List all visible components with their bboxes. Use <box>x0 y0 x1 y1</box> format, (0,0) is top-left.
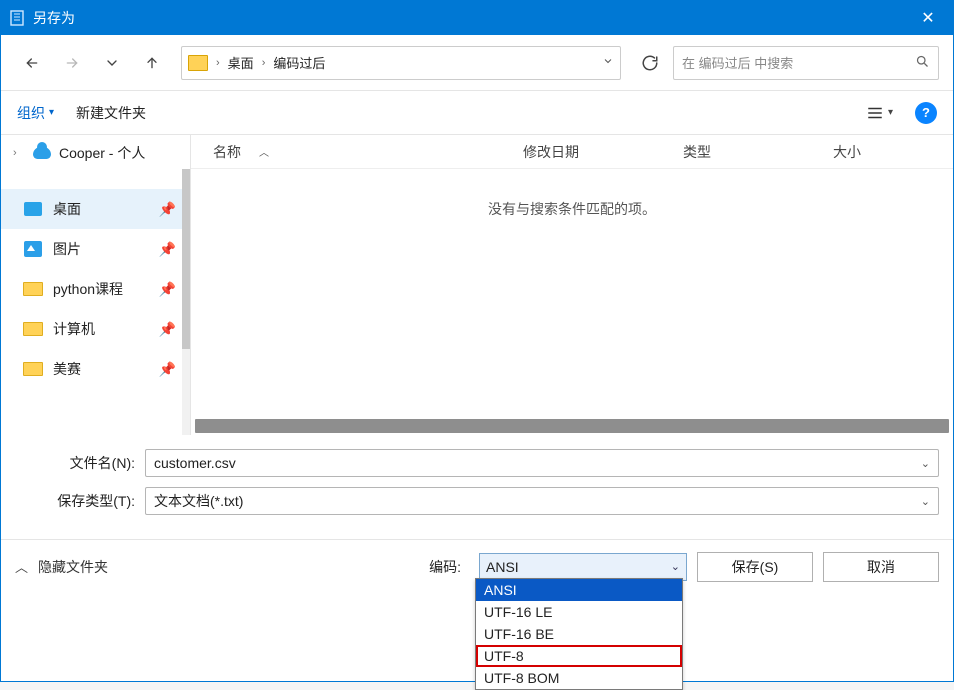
encoding-option[interactable]: UTF-16 LE <box>476 601 682 623</box>
cancel-button[interactable]: 取消 <box>823 552 939 582</box>
tree-item-onedrive[interactable]: › Cooper - 个人 <box>1 139 190 167</box>
empty-message: 没有与搜索条件匹配的项。 <box>191 169 953 417</box>
encoding-option-utf8[interactable]: UTF-8 <box>476 645 682 667</box>
folder-icon <box>23 362 43 376</box>
chevron-right-icon: › <box>262 57 266 69</box>
chevron-down-icon: ▾ <box>888 107 893 118</box>
sidebar-item-label: 美赛 <box>53 359 149 379</box>
new-folder-button[interactable]: 新建文件夹 <box>76 103 146 123</box>
folder-icon <box>23 282 43 296</box>
pin-icon: 📌 <box>159 321 176 338</box>
scrollbar-thumb[interactable] <box>195 419 949 433</box>
scrollbar-thumb[interactable] <box>182 169 190 349</box>
recent-locations-button[interactable] <box>95 46 129 80</box>
chevron-down-icon[interactable]: ⌄ <box>921 457 930 470</box>
refresh-button[interactable] <box>633 46 667 80</box>
up-button[interactable] <box>135 46 169 80</box>
tree-item-label: Cooper - 个人 <box>59 143 145 163</box>
chevron-right-icon[interactable]: › <box>13 147 25 159</box>
chevron-right-icon: › <box>216 57 220 69</box>
folder-icon <box>188 55 208 71</box>
onedrive-icon <box>33 147 51 159</box>
back-button[interactable] <box>15 46 49 80</box>
view-options-button[interactable]: ▾ <box>866 106 893 120</box>
column-name[interactable]: 名称 ︿ <box>213 142 523 162</box>
toolbar: 组织 ▾ 新建文件夹 ▾ ? <box>1 91 953 135</box>
sidebar-item-computer[interactable]: 计算机 📌 <box>1 309 190 349</box>
pin-icon: 📌 <box>159 201 176 218</box>
search-input[interactable]: 在 编码过后 中搜索 <box>673 46 939 80</box>
encoding-option[interactable]: UTF-8 BOM <box>476 667 682 689</box>
filetype-label: 保存类型(T): <box>15 491 145 511</box>
encoding-option[interactable]: UTF-16 BE <box>476 623 682 645</box>
address-dropdown-icon[interactable] <box>602 55 614 70</box>
breadcrumb-item[interactable]: 桌面 <box>228 53 254 72</box>
sidebar-item-meisai[interactable]: 美赛 📌 <box>1 349 190 389</box>
hide-folders-toggle[interactable]: 隐藏文件夹 <box>38 557 108 577</box>
navigation-bar: › 桌面 › 编码过后 在 编码过后 中搜索 <box>1 35 953 91</box>
column-modified[interactable]: 修改日期 <box>523 142 683 162</box>
chevron-down-icon: ⌄ <box>671 560 680 573</box>
filename-label: 文件名(N): <box>15 453 145 473</box>
sidebar-item-label: 计算机 <box>53 319 149 339</box>
search-icon <box>915 54 930 72</box>
pictures-icon <box>24 241 42 257</box>
expand-icon[interactable]: ︿ <box>15 557 28 576</box>
encoding-label: 编码: <box>429 557 469 577</box>
file-list: 名称 ︿ 修改日期 类型 大小 没有与搜索条件匹配的项。 <box>191 135 953 435</box>
sidebar-scrollbar[interactable] <box>182 169 190 435</box>
sidebar-item-desktop[interactable]: 桌面 📌 <box>1 189 190 229</box>
encoding-option[interactable]: ANSI <box>476 579 682 601</box>
sidebar-item-pictures[interactable]: 图片 📌 <box>1 229 190 269</box>
pin-icon: 📌 <box>159 241 176 258</box>
sidebar-item-label: 桌面 <box>53 199 149 219</box>
close-icon: ✕ <box>921 8 934 28</box>
organize-menu[interactable]: 组织 ▾ <box>17 103 54 123</box>
column-headers[interactable]: 名称 ︿ 修改日期 类型 大小 <box>191 135 953 169</box>
save-button[interactable]: 保存(S) <box>697 552 813 582</box>
forward-button[interactable] <box>55 46 89 80</box>
sidebar-item-python[interactable]: python课程 📌 <box>1 269 190 309</box>
address-bar[interactable]: › 桌面 › 编码过后 <box>181 46 621 80</box>
desktop-icon <box>24 202 42 216</box>
filename-input[interactable]: customer.csv ⌄ <box>145 449 939 477</box>
app-icon <box>9 10 25 26</box>
encoding-dropdown[interactable]: ANSI UTF-16 LE UTF-16 BE UTF-8 UTF-8 BOM <box>475 578 683 690</box>
close-button[interactable]: ✕ <box>905 1 951 35</box>
chevron-down-icon: ▾ <box>49 107 54 118</box>
column-size[interactable]: 大小 <box>833 142 861 162</box>
sidebar-item-label: python课程 <box>53 279 149 299</box>
sort-asc-icon: ︿ <box>259 144 269 159</box>
title-bar[interactable]: 另存为 ✕ <box>1 1 953 35</box>
folder-icon <box>23 322 43 336</box>
breadcrumb-item[interactable]: 编码过后 <box>273 53 325 72</box>
filetype-select[interactable]: 文本文档(*.txt) ⌄ <box>145 487 939 515</box>
help-button[interactable]: ? <box>915 102 937 124</box>
encoding-select[interactable]: ANSI ⌄ <box>479 553 687 581</box>
sidebar-item-label: 图片 <box>53 239 149 259</box>
dialog-title: 另存为 <box>33 8 905 28</box>
horizontal-scrollbar[interactable] <box>191 417 953 435</box>
search-placeholder: 在 编码过后 中搜索 <box>682 53 793 72</box>
pin-icon: 📌 <box>159 361 176 378</box>
navigation-pane: › Cooper - 个人 桌面 📌 图片 📌 python课程 <box>1 135 191 435</box>
pin-icon: 📌 <box>159 281 176 298</box>
column-type[interactable]: 类型 <box>683 142 833 162</box>
chevron-down-icon[interactable]: ⌄ <box>921 495 930 508</box>
